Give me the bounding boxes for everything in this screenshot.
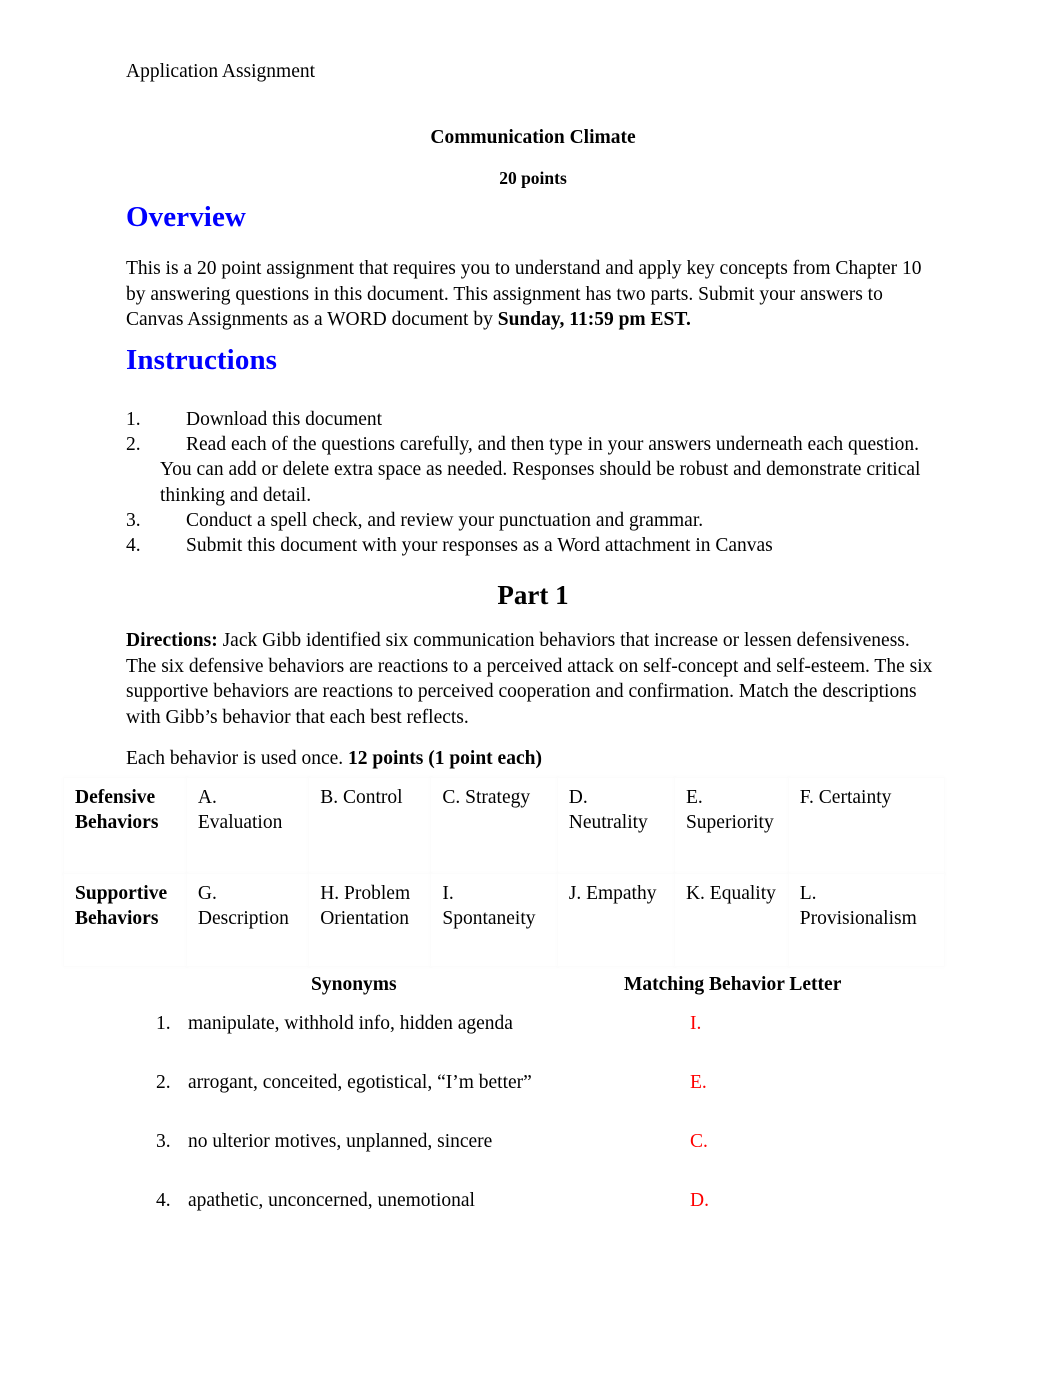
instruction-text: Read each of the questions carefully, an… (160, 434, 921, 506)
behavior-letter: D. (568, 787, 588, 808)
behavior-letter: L. (799, 883, 817, 904)
behavior-cell-a: A. Evaluation (186, 778, 310, 874)
behavior-name: Equality (709, 883, 776, 904)
matching-synonyms: no ulterior motives, unplanned, sincere (188, 1131, 493, 1152)
instructions-heading: Instructions (126, 344, 278, 376)
behavior-letter: C. (442, 787, 461, 808)
overview-heading: Overview (126, 201, 246, 233)
usage-note-paragraph: Each behavior is used once. 12 points (1… (126, 746, 944, 772)
behavior-cell-k: K. Equality (674, 874, 789, 966)
behavior-name: Neutrality (568, 812, 648, 833)
matching-number: 1. (156, 1013, 171, 1034)
instruction-text: Conduct a spell check, and review your p… (186, 509, 704, 531)
instructions-list: 1. Download this document 2. Read each o… (126, 407, 944, 558)
usage-note-points: 12 points (1 point each) (348, 748, 542, 769)
matching-synonyms: manipulate, withhold info, hidden agenda (188, 1013, 513, 1034)
part-1-heading: Part 1 (497, 580, 569, 610)
behavior-letter: J. (568, 883, 582, 904)
row-label-supportive: Supportive Behaviors (64, 874, 187, 966)
list-item: 4. apathetic, unconcerned, unemotional D… (156, 1188, 942, 1247)
table-row: Supportive Behaviors G. Description H. P… (64, 874, 944, 966)
row-label-defensive: Defensive Behaviors (64, 778, 187, 874)
running-head: Application Assignment (126, 61, 316, 82)
matching-list: 1. manipulate, withhold info, hidden age… (156, 1011, 942, 1247)
behavior-name: Superiority (685, 812, 774, 833)
behaviors-table: Defensive Behaviors A. Evaluation B. Con… (64, 778, 944, 966)
behavior-name: Empathy (586, 883, 657, 904)
instruction-text: Submit this document with your responses… (186, 535, 773, 557)
instruction-number: 2. (126, 434, 141, 456)
usage-note-text: Each behavior is used once. (126, 748, 349, 769)
matching-number: 3. (156, 1131, 171, 1152)
directions-paragraph: Directions: Jack Gibb identified six com… (126, 628, 944, 730)
behavior-cell-g: G. Description (186, 874, 310, 966)
behavior-letter: I. (442, 883, 454, 904)
instruction-item: 1. Download this document (126, 407, 944, 432)
behavior-letter: E. (685, 787, 703, 808)
behavior-name: Description (197, 908, 289, 929)
matching-answer[interactable]: D. (690, 1188, 709, 1214)
matching-answer[interactable]: C. (690, 1129, 708, 1155)
instruction-number: 3. (126, 509, 141, 531)
behavior-letter: A. (197, 787, 217, 808)
instruction-text: Download this document (186, 409, 383, 430)
behavior-name: Certainty (818, 787, 892, 808)
matching-synonyms: arrogant, conceited, egotistical, “I’m b… (188, 1072, 532, 1093)
behavior-cell-i: I. Spontaneity (431, 874, 558, 966)
instruction-item: 2. Read each of the questions carefully,… (126, 432, 944, 508)
behavior-name: Provisionalism (799, 908, 917, 929)
behavior-cell-d: D. Neutrality (557, 778, 675, 874)
behavior-letter: F. (799, 787, 814, 808)
directions-text: Jack Gibb identified six communication b… (126, 630, 933, 728)
behavior-name: Control (342, 787, 403, 808)
synonyms-column-header: Synonyms (311, 974, 397, 995)
list-item: 2. arrogant, conceited, egotistical, “I’… (156, 1070, 942, 1129)
matching-behavior-letter-column-header: Matching Behavior Letter (624, 974, 842, 995)
directions-label: Directions: (126, 630, 218, 651)
behavior-letter: G. (197, 883, 217, 904)
behavior-letter: H. (320, 883, 340, 904)
behavior-cell-j: J. Empathy (557, 874, 675, 966)
matching-synonyms: apathetic, unconcerned, unemotional (188, 1190, 475, 1211)
behavior-cell-c: C. Strategy (431, 778, 558, 874)
matching-answer[interactable]: E. (690, 1070, 707, 1096)
behavior-name: Evaluation (197, 812, 283, 833)
document-points-subtitle: 20 points (499, 168, 567, 188)
instruction-number: 1. (126, 409, 141, 430)
instruction-number: 4. (126, 535, 141, 557)
list-item: 1. manipulate, withhold info, hidden age… (156, 1011, 942, 1070)
behavior-letter: B. (320, 787, 339, 808)
document-title: Communication Climate (430, 127, 636, 148)
behavior-name: Spontaneity (442, 908, 536, 929)
document-page: Application Assignment Communication Cli… (0, 0, 1062, 1377)
behavior-cell-b: B. Control (309, 778, 432, 874)
instruction-item: 3. Conduct a spell check, and review you… (126, 508, 944, 533)
behavior-cell-l: L. Provisionalism (788, 874, 944, 966)
table-row: Defensive Behaviors A. Evaluation B. Con… (64, 778, 944, 874)
list-item: 3. no ulterior motives, unplanned, since… (156, 1129, 942, 1188)
behavior-cell-f: F. Certainty (788, 778, 944, 874)
instruction-item: 4. Submit this document with your respon… (126, 533, 944, 558)
behavior-letter: K. (685, 883, 705, 904)
matching-number: 4. (156, 1190, 171, 1211)
behavior-cell-e: E. Superiority (674, 778, 789, 874)
matching-answer[interactable]: I. (690, 1011, 701, 1037)
overview-paragraph: This is a 20 point assignment that requi… (126, 256, 944, 333)
matching-number: 2. (156, 1072, 171, 1093)
behavior-name: Strategy (465, 787, 531, 808)
behavior-cell-h: H. Problem Orientation (309, 874, 432, 966)
overview-due-date: Sunday, 11:59 pm EST. (497, 309, 691, 330)
